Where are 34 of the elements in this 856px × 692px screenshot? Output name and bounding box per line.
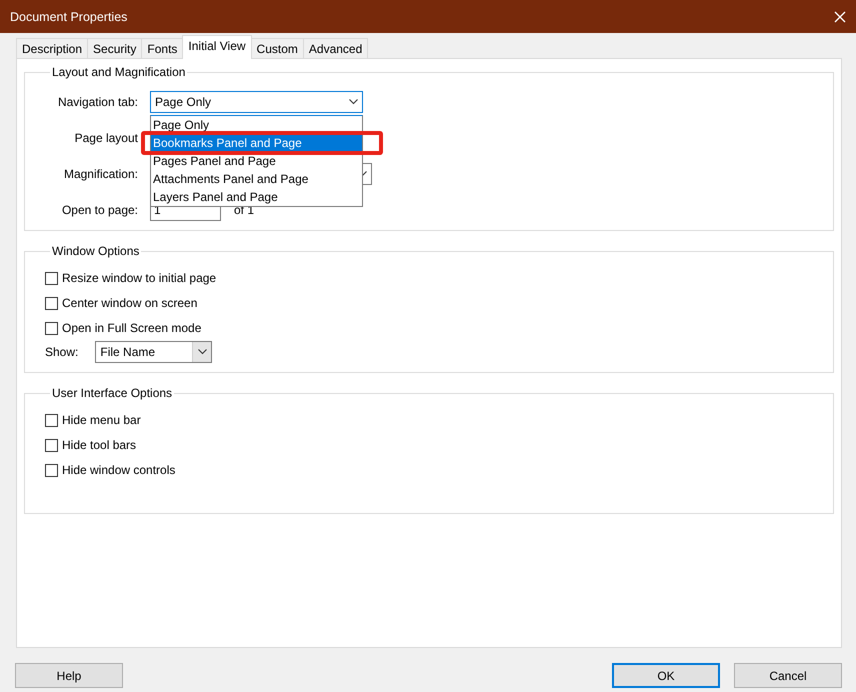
dialog-button[interactable]: OK (612, 663, 720, 688)
field-label: Show: (45, 344, 78, 358)
checkbox-label: Open in Full Screen mode (62, 321, 202, 335)
checkbox[interactable] (45, 438, 58, 452)
dialog-button[interactable]: Cancel (734, 663, 842, 688)
tab[interactable]: Security (87, 38, 142, 58)
dropdown-option[interactable]: Attachments Panel and Page (151, 170, 362, 188)
field-label: Magnification: (64, 167, 138, 181)
checkbox-label: Hide tool bars (62, 438, 136, 452)
checkbox[interactable] (45, 322, 58, 334)
checkbox-label: Center window on screen (62, 296, 198, 310)
dropdown-option[interactable]: Page Only (151, 116, 362, 134)
checkbox-label: Resize window to initial page (62, 271, 216, 285)
dropdown-option[interactable]: Pages Panel and Page (151, 152, 362, 170)
field-label: Page layout (74, 131, 138, 145)
dialog-button[interactable]: Help (15, 663, 123, 688)
navigation-tab-dropdown[interactable]: Page Only (150, 91, 363, 113)
group-title: User Interface Options (51, 386, 174, 400)
field-label: Navigation tab: (58, 95, 138, 109)
tab[interactable]: Advanced (302, 38, 368, 58)
group-title: Layout and Magnification (51, 65, 186, 79)
group-title: Window Options (51, 244, 140, 258)
checkbox[interactable] (45, 414, 58, 426)
window-title: Document Properties (10, 10, 128, 24)
tab[interactable]: Description (16, 38, 88, 58)
checkbox[interactable] (45, 464, 58, 476)
tab[interactable]: Initial View (182, 35, 252, 59)
field-label: Open to page: (62, 203, 138, 217)
checkbox[interactable] (45, 296, 58, 310)
checkbox-label: Hide window controls (62, 463, 176, 477)
checkbox[interactable] (45, 272, 58, 284)
show-dropdown[interactable]: File Name (95, 340, 212, 362)
close-icon[interactable] (834, 10, 846, 22)
checkbox-label: Hide menu bar (62, 413, 141, 427)
